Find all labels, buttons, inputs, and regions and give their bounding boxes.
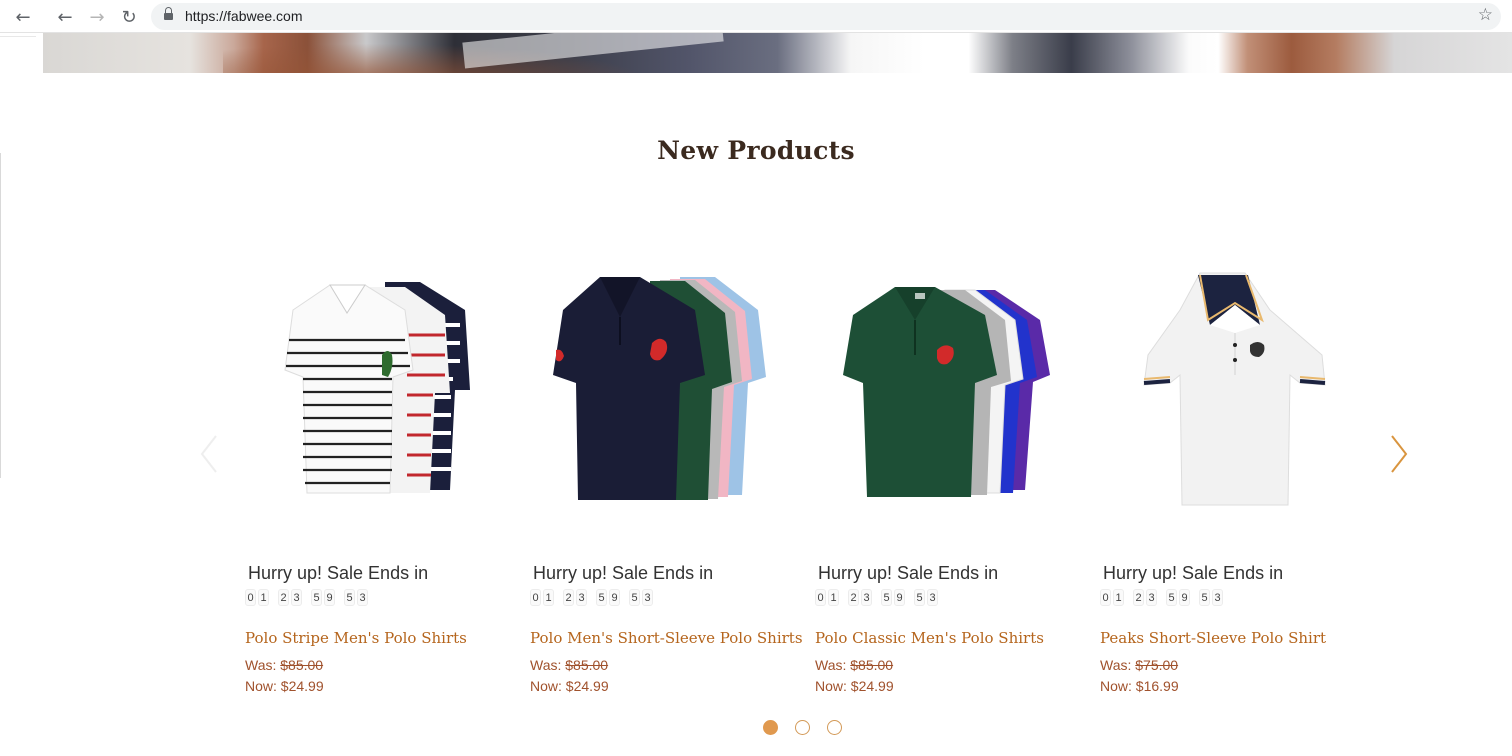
was-price: Was: $85.00 xyxy=(245,657,323,673)
was-price: Was: $85.00 xyxy=(530,657,608,673)
old-price: $85.00 xyxy=(565,657,609,673)
now-label: Now: xyxy=(815,678,847,694)
now-label: Now: xyxy=(245,678,277,694)
forward-icon[interactable]: → xyxy=(86,6,108,28)
countdown-digit: 1 xyxy=(543,589,554,606)
sale-ends-label: Hurry up! Sale Ends in xyxy=(818,563,999,583)
countdown-digit: 2 xyxy=(278,589,289,606)
product-image[interactable] xyxy=(815,265,1085,525)
product-title-link[interactable]: Peaks Short-Sleeve Polo Shirt xyxy=(1100,629,1326,647)
countdown-digit: 0 xyxy=(1100,589,1111,606)
sale-price: $16.99 xyxy=(1135,678,1179,694)
now-label: Now: xyxy=(1100,678,1132,694)
sale-price: $24.99 xyxy=(850,678,894,694)
browser-toolbar: ← ← → ↻ https://fabwee.com ☆ xyxy=(0,0,1512,33)
was-label: Was: xyxy=(245,657,277,673)
countdown-digit: 5 xyxy=(1199,589,1210,606)
countdown-digit: 5 xyxy=(881,589,892,606)
countdown-timer: 0 1 2 3 5 9 5 3 xyxy=(815,589,940,606)
was-label: Was: xyxy=(1100,657,1132,673)
countdown-digit: 9 xyxy=(894,589,905,606)
countdown-digit: 3 xyxy=(1212,589,1223,606)
carousel-dot-1[interactable] xyxy=(763,720,778,735)
old-price: $85.00 xyxy=(850,657,894,673)
url-text[interactable]: https://fabwee.com xyxy=(185,8,303,24)
product-title-link[interactable]: Polo Stripe Men's Polo Shirts xyxy=(245,629,467,647)
countdown-digit: 3 xyxy=(357,589,368,606)
product-title-link[interactable]: Polo Men's Short-Sleeve Polo Shirts xyxy=(530,629,803,647)
reload-icon[interactable]: ↻ xyxy=(118,6,140,28)
sale-ends-label: Hurry up! Sale Ends in xyxy=(248,563,429,583)
sale-ends-label: Hurry up! Sale Ends in xyxy=(533,563,714,583)
product-image[interactable] xyxy=(1100,265,1370,525)
was-label: Was: xyxy=(530,657,562,673)
was-price: Was: $85.00 xyxy=(815,657,893,673)
countdown-digit: 3 xyxy=(642,589,653,606)
now-price: Now: $24.99 xyxy=(245,678,324,694)
sale-price: $24.99 xyxy=(565,678,609,694)
countdown-digit: 2 xyxy=(1133,589,1144,606)
countdown-digit: 5 xyxy=(1166,589,1177,606)
countdown-timer: 0 1 2 3 5 9 5 3 xyxy=(1100,589,1225,606)
countdown-digit: 5 xyxy=(914,589,925,606)
countdown-digit: 0 xyxy=(245,589,256,606)
product-card[interactable]: Hurry up! Sale Ends in 0 1 2 3 5 9 5 3 P… xyxy=(1100,250,1370,700)
hero-banner-image xyxy=(43,33,1512,73)
product-card[interactable]: Hurry up! Sale Ends in 0 1 2 3 5 9 5 3 P… xyxy=(530,250,803,700)
countdown-digit: 3 xyxy=(1146,589,1157,606)
sale-ends-label: Hurry up! Sale Ends in xyxy=(1103,563,1284,583)
countdown-digit: 1 xyxy=(258,589,269,606)
chevron-left-icon[interactable] xyxy=(198,432,220,476)
countdown-digit: 9 xyxy=(609,589,620,606)
countdown-digit: 2 xyxy=(563,589,574,606)
was-price: Was: $75.00 xyxy=(1100,657,1178,673)
countdown-digit: 0 xyxy=(815,589,826,606)
product-card[interactable]: Hurry up! Sale Ends in 0 1 2 3 5 9 5 3 P… xyxy=(245,250,515,700)
product-image[interactable] xyxy=(530,265,800,525)
countdown-digit: 3 xyxy=(861,589,872,606)
old-price: $75.00 xyxy=(1135,657,1179,673)
chevron-right-icon[interactable] xyxy=(1388,432,1410,476)
back-button-icon[interactable]: ← xyxy=(54,6,76,28)
countdown-timer: 0 1 2 3 5 9 5 3 xyxy=(530,589,655,606)
now-price: Now: $24.99 xyxy=(530,678,609,694)
product-card[interactable]: Hurry up! Sale Ends in 0 1 2 3 5 9 5 3 P… xyxy=(815,250,1085,700)
countdown-digit: 1 xyxy=(1113,589,1124,606)
countdown-digit: 5 xyxy=(629,589,640,606)
product-title-link[interactable]: Polo Classic Men's Polo Shirts xyxy=(815,629,1044,647)
countdown-digit: 3 xyxy=(291,589,302,606)
lock-icon xyxy=(164,7,173,22)
bookmark-star-icon[interactable]: ☆ xyxy=(1478,5,1493,25)
address-bar[interactable]: https://fabwee.com ☆ xyxy=(151,3,1501,30)
product-image[interactable] xyxy=(245,265,515,525)
countdown-digit: 2 xyxy=(848,589,859,606)
countdown-digit: 9 xyxy=(324,589,335,606)
carousel-dot-3[interactable] xyxy=(827,720,842,735)
carousel-dot-2[interactable] xyxy=(795,720,810,735)
old-price: $85.00 xyxy=(280,657,324,673)
countdown-digit: 9 xyxy=(1179,589,1190,606)
countdown-digit: 3 xyxy=(927,589,938,606)
countdown-digit: 1 xyxy=(828,589,839,606)
countdown-timer: 0 1 2 3 5 9 5 3 xyxy=(245,589,370,606)
countdown-digit: 3 xyxy=(576,589,587,606)
now-label: Now: xyxy=(530,678,562,694)
sale-price: $24.99 xyxy=(280,678,324,694)
section-title: New Products xyxy=(657,136,855,165)
now-price: Now: $16.99 xyxy=(1100,678,1179,694)
countdown-digit: 5 xyxy=(311,589,322,606)
countdown-digit: 5 xyxy=(596,589,607,606)
countdown-digit: 5 xyxy=(344,589,355,606)
back-icon[interactable]: ← xyxy=(12,6,34,28)
carousel-pagination xyxy=(0,720,1512,736)
now-price: Now: $24.99 xyxy=(815,678,894,694)
was-label: Was: xyxy=(815,657,847,673)
countdown-digit: 0 xyxy=(530,589,541,606)
